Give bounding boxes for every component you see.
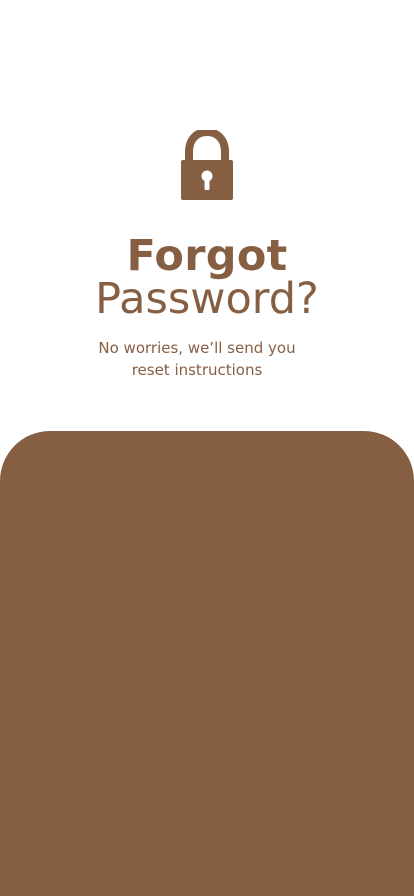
forgot-password-screen: Forgot Password? No worries, we’ll send … xyxy=(0,0,414,896)
lock-icon xyxy=(181,130,233,200)
bottom-panel xyxy=(0,431,414,896)
page-title-password: Password? xyxy=(95,274,319,324)
page-subtitle: No worries, we’ll send you reset instruc… xyxy=(98,339,296,379)
